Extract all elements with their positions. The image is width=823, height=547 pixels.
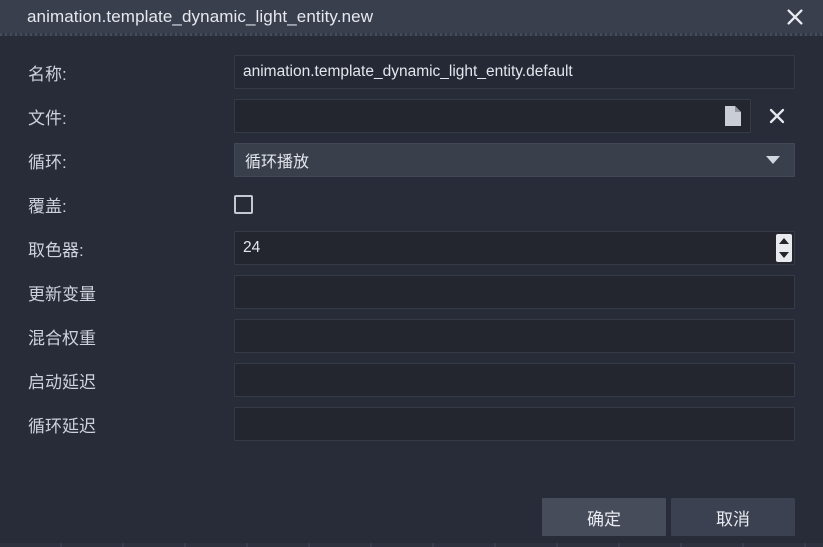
colorpicker-spinner[interactable]	[234, 231, 795, 265]
field-file	[234, 99, 795, 133]
form-row-blend-weight: 混合权重	[28, 314, 795, 358]
label-blend-weight: 混合权重	[28, 328, 96, 348]
start-delay-input[interactable]	[234, 363, 795, 397]
close-icon[interactable]	[781, 3, 809, 31]
window-bottom-edge	[0, 543, 823, 547]
field-name	[234, 55, 795, 89]
form-row-loop: 循环: 循环播放	[28, 138, 795, 182]
form-row-start-delay: 启动延迟	[28, 358, 795, 402]
loop-select[interactable]: 循环播放	[234, 143, 795, 177]
spinner-up-icon[interactable]	[779, 238, 789, 244]
loop-delay-input[interactable]	[234, 407, 795, 441]
form-row-loop-delay: 循环延迟	[28, 402, 795, 446]
label-colorpicker: 取色器:	[28, 240, 84, 260]
cancel-button[interactable]: 取消	[671, 498, 795, 536]
spinner-buttons[interactable]	[776, 234, 792, 262]
field-override	[234, 187, 795, 221]
form-row-override: 覆盖:	[28, 182, 795, 226]
update-variable-input[interactable]	[234, 275, 795, 309]
spinner-down-icon[interactable]	[779, 252, 789, 258]
field-blend-weight	[234, 319, 795, 353]
label-update-variable: 更新变量	[28, 284, 96, 304]
colorpicker-input[interactable]	[243, 239, 776, 257]
chevron-down-icon[interactable]	[760, 147, 786, 173]
document-icon[interactable]	[718, 101, 748, 131]
form-row-file: 文件:	[28, 94, 795, 138]
form-body: 名称: 文件:	[0, 36, 823, 547]
field-start-delay	[234, 363, 795, 397]
file-path-box[interactable]	[234, 99, 751, 133]
label-loop-delay: 循环延迟	[28, 416, 96, 436]
clear-x-icon[interactable]	[759, 99, 795, 133]
dialog-footer: 确定 取消	[0, 498, 823, 536]
ok-button[interactable]: 确定	[542, 498, 666, 536]
field-loop: 循环播放	[234, 143, 795, 177]
label-override: 覆盖:	[28, 196, 67, 216]
field-update-variable	[234, 275, 795, 309]
label-start-delay: 启动延迟	[28, 372, 96, 392]
form-row-update-variable: 更新变量	[28, 270, 795, 314]
field-loop-delay	[234, 407, 795, 441]
label-file: 文件:	[28, 108, 67, 128]
name-input[interactable]	[234, 55, 795, 89]
loop-select-value: 循环播放	[245, 154, 310, 171]
form-row-name: 名称:	[28, 50, 795, 94]
label-name: 名称:	[28, 64, 67, 84]
override-checkbox[interactable]	[234, 194, 253, 214]
form-row-colorpicker: 取色器:	[28, 226, 795, 270]
title-bar: animation.template_dynamic_light_entity.…	[0, 0, 823, 33]
window-title: animation.template_dynamic_light_entity.…	[27, 6, 374, 26]
blend-weight-input[interactable]	[234, 319, 795, 353]
field-colorpicker	[234, 231, 795, 265]
label-loop: 循环:	[28, 152, 67, 172]
dialog-window: animation.template_dynamic_light_entity.…	[0, 0, 823, 547]
